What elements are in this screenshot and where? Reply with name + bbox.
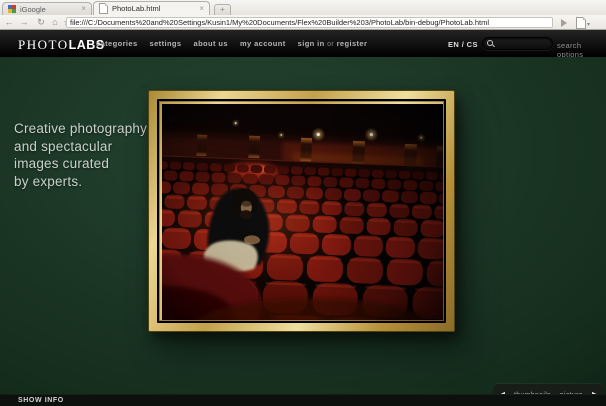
search-box[interactable] bbox=[482, 37, 553, 50]
page-menu-icon[interactable] bbox=[576, 17, 586, 29]
nav-settings[interactable]: settings bbox=[150, 39, 182, 48]
tab-igoogle[interactable]: iGoogle × bbox=[2, 2, 92, 15]
tab-label: PhotoLab.html bbox=[112, 4, 195, 13]
language-switcher[interactable]: EN / CS bbox=[448, 40, 478, 49]
search-icon bbox=[487, 40, 494, 47]
picture-frame[interactable] bbox=[148, 90, 455, 332]
tab-photolab[interactable]: PhotoLab.html × bbox=[93, 1, 210, 15]
theater-photo[interactable] bbox=[162, 104, 443, 320]
nav-categories[interactable]: categories bbox=[96, 39, 138, 48]
nav-sign-in-register[interactable]: sign in or register bbox=[298, 39, 368, 48]
show-info-button[interactable]: SHOW INFO bbox=[18, 397, 64, 404]
tab-strip: iGoogle × PhotoLab.html × + bbox=[0, 0, 606, 15]
forward-icon[interactable]: → bbox=[17, 15, 31, 29]
application-window: iGoogle × PhotoLab.html × + ← → ↻ ⌂ ☆ fi… bbox=[0, 0, 606, 406]
sign-in-label: sign in bbox=[298, 39, 325, 48]
nav-my-account[interactable]: my account bbox=[240, 39, 286, 48]
main-nav: categories settings about us my account … bbox=[96, 30, 367, 57]
theater-photo-graphic bbox=[162, 104, 443, 320]
page-favicon-icon bbox=[99, 3, 108, 14]
headline-line: Creative photography bbox=[14, 120, 147, 138]
search-input[interactable] bbox=[494, 40, 548, 47]
back-icon[interactable]: ← bbox=[2, 15, 16, 29]
headline-line: and spectacular bbox=[14, 138, 147, 156]
headline-line: by experts. bbox=[14, 173, 147, 191]
register-label: register bbox=[337, 39, 368, 48]
site-header: PHOTOLABS categories settings about us m… bbox=[0, 30, 606, 57]
bottom-bar bbox=[0, 394, 606, 406]
reload-icon[interactable]: ↻ bbox=[34, 15, 48, 29]
igoogle-favicon-icon bbox=[8, 5, 16, 13]
address-bar[interactable]: file:///C:/Documents%20and%20Settings/Ku… bbox=[66, 17, 553, 28]
headline-line: images curated bbox=[14, 155, 147, 173]
browser-toolbar: ← → ↻ ⌂ ☆ file:///C:/Documents%20and%20S… bbox=[0, 15, 606, 30]
photolabs-logo[interactable]: PHOTOLABS bbox=[18, 36, 105, 54]
headline: Creative photography and spectacular ima… bbox=[14, 120, 147, 190]
tab-close-icon[interactable]: × bbox=[199, 6, 204, 12]
tab-label: iGoogle bbox=[20, 5, 77, 14]
browser-chrome: iGoogle × PhotoLab.html × + ← → ↻ ⌂ ☆ fi… bbox=[0, 0, 606, 30]
or-label: or bbox=[327, 41, 334, 48]
go-icon[interactable] bbox=[561, 19, 567, 27]
caret-down-icon: ▾ bbox=[587, 21, 590, 28]
logo-photo: PHOTO bbox=[18, 37, 69, 52]
nav-about-us[interactable]: about us bbox=[194, 39, 228, 48]
tab-close-icon[interactable]: × bbox=[81, 6, 86, 12]
